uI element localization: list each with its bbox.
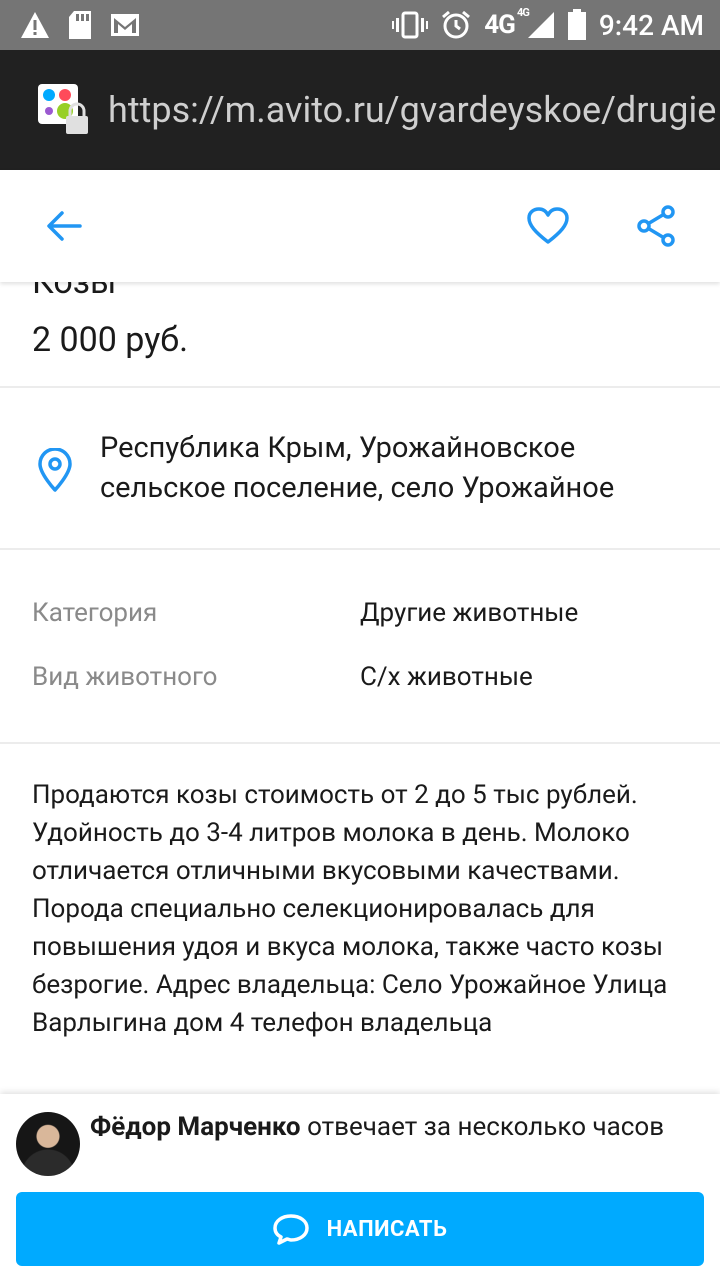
sd-card-icon [69,11,91,39]
param-label-category: Категория [32,598,158,628]
battery-icon [567,9,586,40]
alarm-icon [442,10,471,39]
write-message-button[interactable]: НАПИСАТЬ [16,1192,704,1266]
network-type: 4G 4G [484,6,530,40]
app-bar [0,170,720,282]
heart-icon [527,207,569,244]
seller-name[interactable]: Фёдор Марченко [90,1112,301,1142]
listing-location[interactable]: Республика Крым, Урожайновское сельское … [100,428,700,508]
divider [0,386,720,388]
vibrate-icon [392,11,429,39]
signal-icon [527,12,554,38]
listing-title: Козы [32,282,117,302]
seller-panel: Фёдор Марченко отвечает за несколько час… [0,1094,720,1280]
location-pin-icon [38,448,72,492]
seller-response-time: отвечает за несколько часов [307,1112,665,1142]
favorite-button[interactable] [522,200,574,252]
clock: 9:42 AM [598,8,704,42]
listing-price: 2 000 руб. [32,320,189,360]
back-arrow-icon [47,211,82,241]
param-value-category: Другие животные [360,598,579,628]
back-button[interactable] [38,200,90,252]
param-label-animal-type: Вид животного [32,662,218,692]
share-button[interactable] [630,200,682,252]
write-button-label: НАПИСАТЬ [326,1216,448,1242]
seller-info: Фёдор Марченко отвечает за несколько час… [90,1110,690,1144]
status-bar: 4G 4G 9:42 AM [0,0,720,50]
site-lock-icon [38,84,90,136]
seller-avatar[interactable] [16,1112,80,1176]
browser-url-bar[interactable]: https://m.avito.ru/gvardeyskoe/drugie [0,50,720,170]
url-text[interactable]: https://m.avito.ru/gvardeyskoe/drugie [108,89,716,131]
divider [0,742,720,744]
warning-icon [21,12,49,38]
chat-bubble-icon [272,1214,309,1245]
listing-content[interactable]: Козы 2 000 руб. Республика Крым, Урожайн… [0,282,720,1100]
gmail-icon [111,14,139,36]
listing-description: Продаются козы стоимость от 2 до 5 тыс р… [32,780,668,1038]
share-icon [637,205,675,247]
divider [0,548,720,550]
param-value-animal-type: С/х животные [360,662,533,692]
